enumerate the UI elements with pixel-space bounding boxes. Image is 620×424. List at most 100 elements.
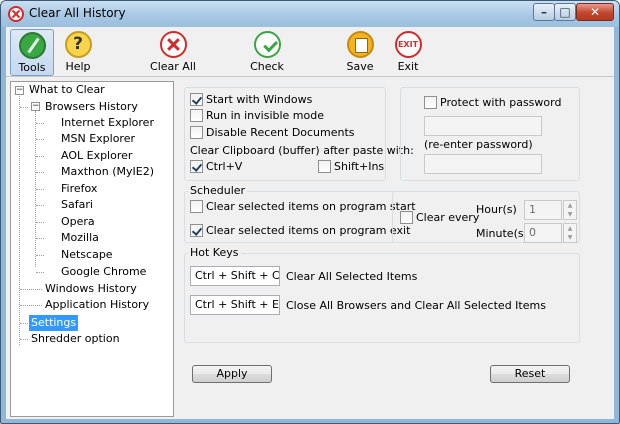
exit-icon: EXIT [394,31,422,58]
check-label: Check [250,60,284,73]
clear-on-exit-box [190,224,203,237]
clear-every-checkbox[interactable]: Clear every [400,211,479,225]
hotkey-close-field[interactable]: Ctrl + Shift + E [190,295,280,315]
save-button[interactable]: Save [340,29,380,76]
tools-label: Tools [18,61,46,74]
spin-down-icon: ▼ [567,211,573,218]
spin-down-icon: ▼ [567,234,573,241]
tree-item-mozilla[interactable]: Mozilla [59,230,101,246]
tree-item-windows-history[interactable]: Windows History [43,281,139,297]
tree-line [36,189,44,190]
tree-item-opera[interactable]: Opera [59,214,97,230]
tree-item-msn-explorer[interactable]: MSN Explorer [59,131,137,147]
tree-expander-icon[interactable]: − [31,102,40,111]
clear-all-icon [159,31,187,58]
hotkey-clear-label: Clear All Selected Items [286,270,418,283]
minutes-spinner[interactable]: ▲ ▼ [563,223,577,243]
tree-line [36,222,44,223]
close-button[interactable]: ✕ [576,3,614,21]
help-label: Help [65,60,91,73]
app-window: Clear All History – □ ✕ Tools ? Help Cle… [0,0,620,424]
check-button[interactable]: Check [244,29,290,76]
hotkeys-title: Hot Keys [188,246,241,259]
settings-panel: Start with Windows Run in invisible mode… [178,81,610,417]
clipboard-label: Clear Clipboard (buffer) after paste wit… [190,144,414,157]
hotkey-close-label: Close All Browsers and Clear All Selecte… [286,299,546,312]
clear-all-button[interactable]: Clear All [144,29,202,76]
tree-item-firefox[interactable]: Firefox [59,181,99,197]
start-with-windows-checkbox[interactable]: Start with Windows [190,93,312,107]
tree-line [36,156,44,157]
tree-item-aol-explorer[interactable]: AOL Explorer [59,148,134,164]
hours-input[interactable]: 1 [524,200,562,220]
client-area: Tools ? Help Clear All Check Save EXIT E… [6,27,614,419]
help-button[interactable]: ? Help [58,29,98,76]
password-field[interactable] [424,116,542,136]
title-bar[interactable]: Clear All History – □ ✕ [1,1,619,27]
tree-item-settings[interactable]: Settings [29,315,79,331]
clear-on-start-label: Clear selected items on program start [206,200,416,213]
spin-up-icon: ▲ [567,225,573,232]
clear-on-exit-label: Clear selected items on program exit [206,224,411,237]
reenter-password-label: (re-enter password) [424,138,533,151]
maximize-icon: □ [559,5,571,19]
tree-line [36,272,44,273]
run-invisible-box [190,109,203,122]
ctrl-v-checkbox[interactable]: Ctrl+V [190,160,242,174]
tree-line [20,323,28,324]
help-icon: ? [64,31,92,58]
clear-all-label: Clear All [150,60,196,73]
tree-line [36,172,44,173]
minimize-icon: – [541,5,547,19]
reenter-password-field[interactable] [424,154,542,174]
reset-button[interactable]: Reset [490,365,570,383]
tools-button[interactable]: Tools [10,29,54,76]
tree-item-google-chrome[interactable]: Google Chrome [59,264,148,280]
shift-ins-checkbox[interactable]: Shift+Ins [318,160,384,174]
ctrl-v-label: Ctrl+V [206,160,243,173]
minutes-input[interactable]: 0 [524,223,562,243]
protect-password-label: Protect with password [440,96,562,109]
ctrl-v-box [190,160,203,173]
tree-line [36,205,44,206]
tree-line [19,94,20,345]
apply-button[interactable]: Apply [192,365,272,383]
exit-label: Exit [397,60,419,73]
tree-item-safari[interactable]: Safari [59,197,95,213]
tree-item-browsers-history[interactable]: Browsers History [43,99,140,115]
maximize-button[interactable]: □ [554,3,576,21]
tree-item-what-to-clear[interactable]: What to Clear [27,82,107,98]
navigation-tree: − What to Clear − Browsers History Inter… [10,81,174,417]
run-invisible-label: Run in invisible mode [206,109,324,122]
start-with-windows-box [190,93,203,106]
save-icon [346,31,374,58]
tree-line [20,107,28,108]
window-title: Clear All History [29,6,126,20]
tree-line [20,289,42,290]
tree-line [20,305,42,306]
scheduler-title: Scheduler [188,184,248,197]
hours-spinner[interactable]: ▲ ▼ [563,200,577,220]
tree-expander-icon[interactable]: − [15,86,24,95]
clear-on-start-box [190,200,203,213]
disable-recent-label: Disable Recent Documents [206,126,355,139]
tree-item-shredder-option[interactable]: Shredder option [29,331,122,347]
tree-item-internet-explorer[interactable]: Internet Explorer [59,115,156,131]
disable-recent-checkbox[interactable]: Disable Recent Documents [190,126,355,140]
clear-every-box [400,211,413,224]
tree-item-application-history[interactable]: Application History [43,297,151,313]
exit-button[interactable]: EXIT Exit [388,29,428,76]
tree-item-netscape[interactable]: Netscape [59,247,115,263]
minimize-button[interactable]: – [533,3,555,21]
close-icon: ✕ [589,5,601,19]
tree-item-maxthon[interactable]: Maxthon (MyIE2) [59,164,156,180]
hotkey-clear-field[interactable]: Ctrl + Shift + C [190,266,280,286]
clear-on-exit-checkbox[interactable]: Clear selected items on program exit [190,224,410,238]
protect-password-checkbox[interactable]: Protect with password [424,96,561,110]
hours-label: Hour(s) [476,203,517,216]
save-label: Save [346,60,374,73]
shift-ins-label: Shift+Ins [334,160,385,173]
run-invisible-checkbox[interactable]: Run in invisible mode [190,109,324,123]
check-icon [253,31,281,58]
clear-on-start-checkbox[interactable]: Clear selected items on program start [190,200,416,214]
